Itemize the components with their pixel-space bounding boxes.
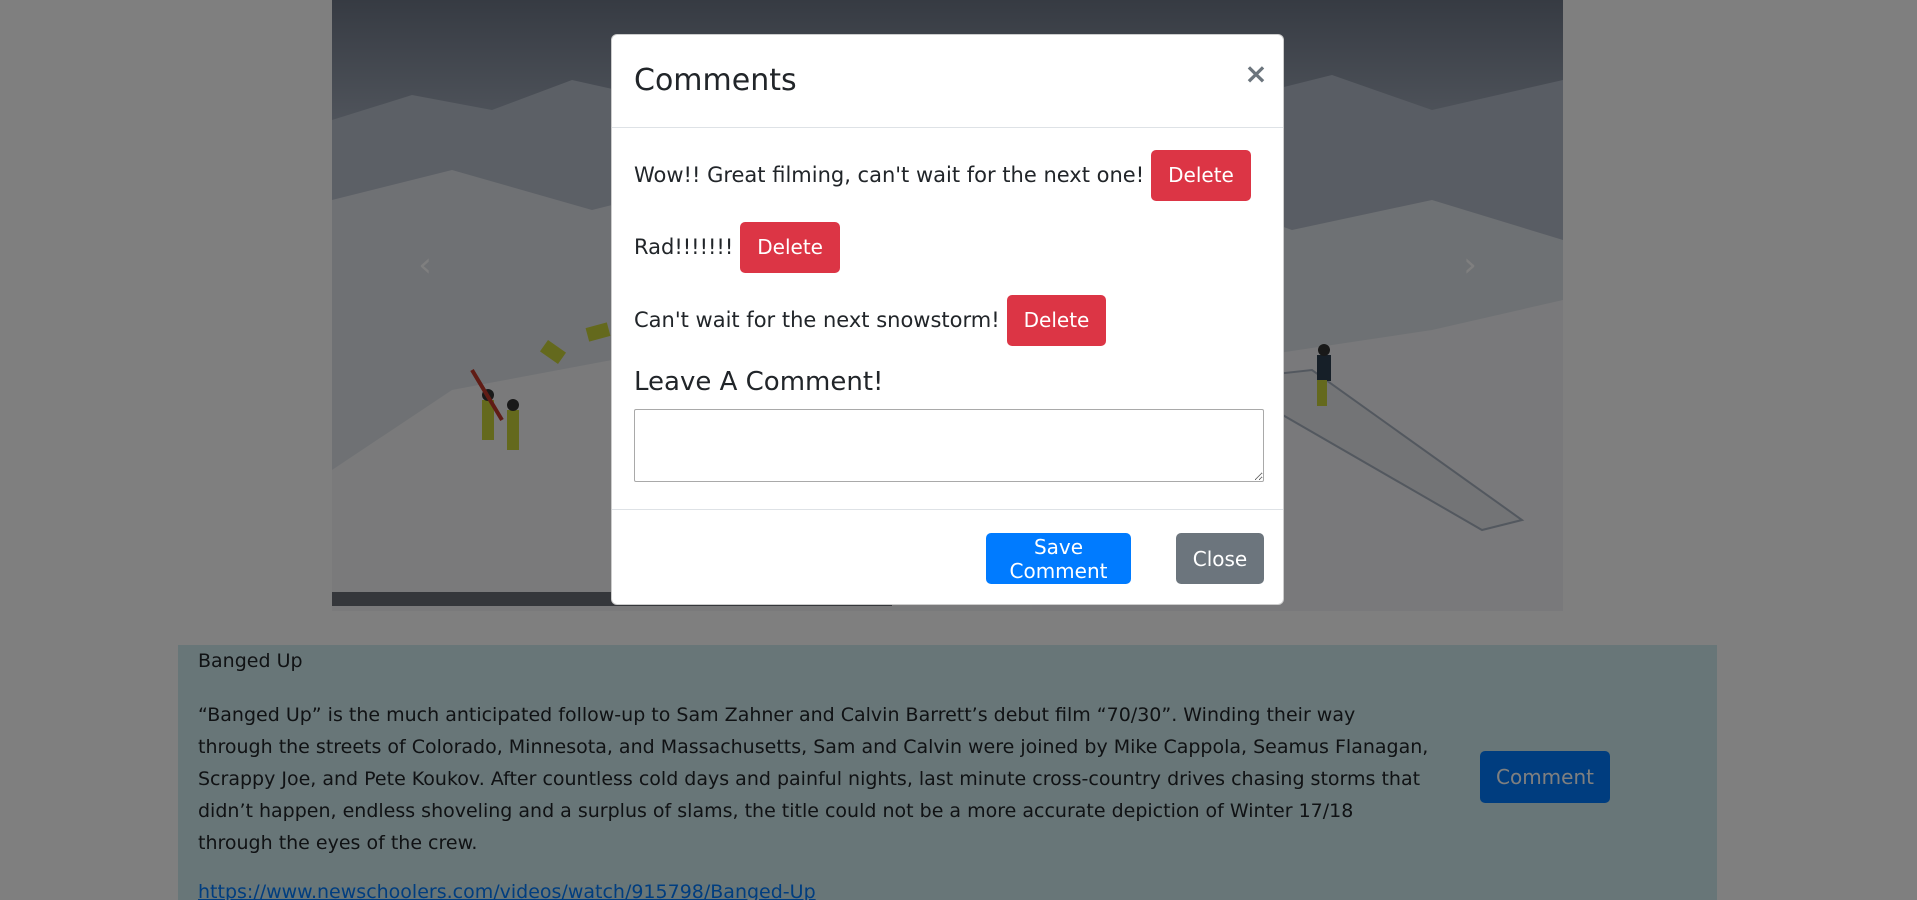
delete-comment-button[interactable]: Delete <box>1151 149 1251 201</box>
close-button[interactable]: Close <box>1176 533 1264 584</box>
delete-comment-button[interactable]: Delete <box>1006 294 1107 346</box>
close-icon[interactable]: × <box>1241 59 1271 89</box>
comments-modal: Comments × Wow!! Great filming, can't wa… <box>611 34 1284 605</box>
modal-title: Comments <box>634 63 797 98</box>
comment-item: Wow!! Great filming, can't wait for the … <box>634 149 1251 201</box>
comment-item: Can't wait for the next snowstorm! Delet… <box>634 294 1107 346</box>
delete-comment-button[interactable]: Delete <box>740 221 840 273</box>
comment-item: Rad!!!!!!! Delete <box>634 221 840 273</box>
comment-text: Rad!!!!!!! <box>634 235 734 259</box>
modal-footer: Save Comment Close <box>612 509 1283 604</box>
leave-comment-label: Leave A Comment! <box>634 367 884 397</box>
comment-text: Wow!! Great filming, can't wait for the … <box>634 163 1145 187</box>
modal-header: Comments × <box>612 35 1283 128</box>
save-comment-button[interactable]: Save Comment <box>986 533 1131 584</box>
comment-text: Can't wait for the next snowstorm! <box>634 308 1000 332</box>
comment-textarea[interactable] <box>634 409 1264 482</box>
